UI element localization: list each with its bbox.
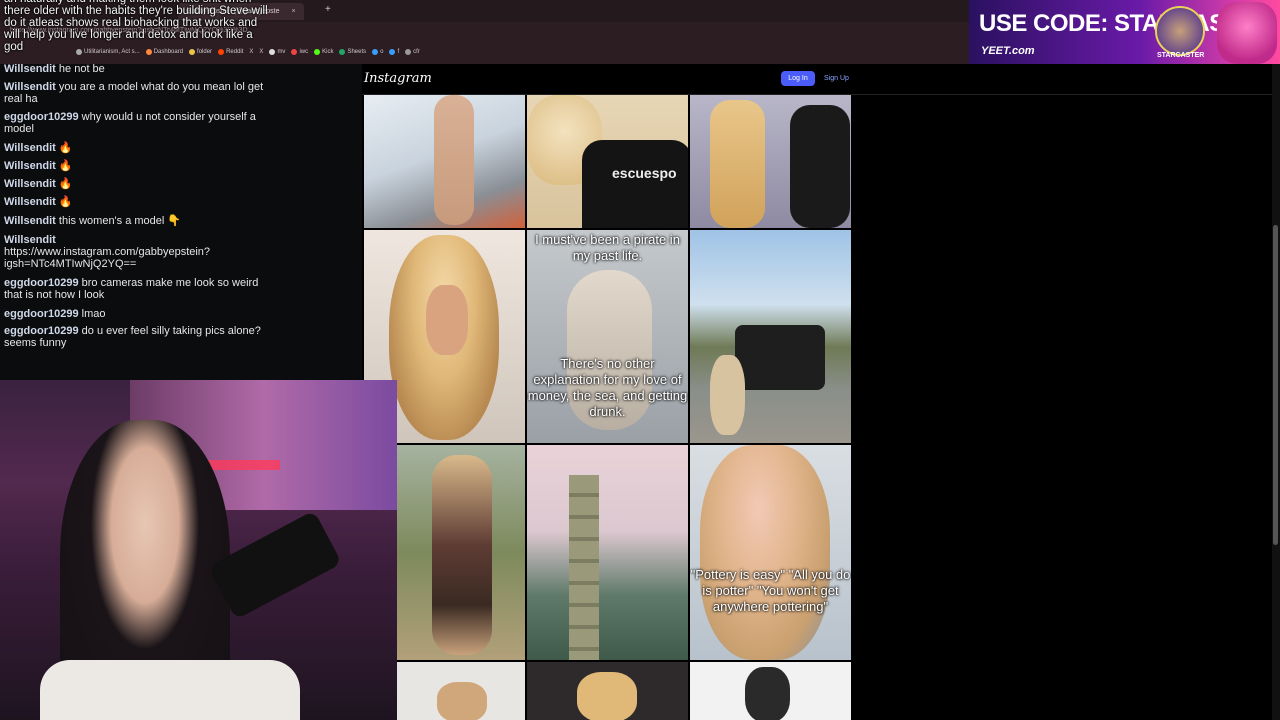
bookmark-item[interactable]: iwc [291,44,308,60]
signup-button[interactable]: Sign Up [824,71,849,86]
chat-emote: 🔥 [58,196,73,208]
new-tab-button[interactable]: + [325,4,331,15]
chat-message: Willsendit 🔥 [4,178,264,190]
sponsor-banner: USE CODE: STARCASTER YEET.com STARCASTER [969,0,1280,66]
post-caption: "Pottery is easy" "All you do is potter"… [690,567,851,614]
streamer-avatar [1155,6,1205,56]
instagram-navbar: Instagram Log In Sign Up [362,64,1280,95]
chat-username: eggdoor10299 [4,111,79,123]
stream-overlay-message: an naturally and making them look like s… [4,0,268,53]
chat-username: Willsendit [4,196,56,208]
chat-username: Willsendit [4,142,56,154]
chat-message: Willsendit 🔥 [4,196,264,208]
chat-username: Willsendit [4,81,56,93]
bookmark-item[interactable]: f [389,44,399,60]
avatar-label: STARCASTER [1157,52,1205,59]
mascot-image [1217,2,1277,64]
chat-message: eggdoor10299 why would u not consider yo… [4,111,264,135]
chat-username: eggdoor10299 [4,308,79,320]
chat-emote: 🔥 [58,160,73,172]
post-thumbnail[interactable]: I must've been a pirate in my past life.… [527,230,688,443]
post-caption: I must've been a pirate in my past life. [535,232,680,263]
chat-username: Willsendit [4,63,56,75]
chat-message: Willsendit 🔥 [4,160,264,172]
chat-message: Willsendit https://www.instagram.com/gab… [4,234,264,270]
chat-message: eggdoor10299 bro cameras make me look so… [4,277,264,301]
post-thumbnail[interactable]: escuespo [527,95,688,228]
webcam-feed [0,380,397,720]
post-thumbnail[interactable] [690,230,851,443]
scrollbar-thumb[interactable] [1273,225,1278,545]
chat-emote: 🔥 [58,178,73,190]
chat-emote: 🔥 [58,142,73,154]
chat-message: Willsendit you are a model what do you m… [4,81,264,105]
post-thumbnail[interactable] [690,95,851,228]
close-icon[interactable]: × [291,8,295,15]
bookmark-item[interactable]: o [372,44,383,60]
post-caption: There's no other explanation for my love… [527,356,688,419]
chat-text: https://www.instagram.com/gabbyepstein?i… [4,246,211,270]
post-thumbnail[interactable] [364,95,525,228]
bookmark-item[interactable]: Sheets [339,44,366,60]
chat-text: lmao [81,308,106,320]
post-thumbnail[interactable] [690,662,851,720]
chat-message: eggdoor10299 do u ever feel silly taking… [4,325,264,349]
post-thumbnail[interactable] [397,662,525,720]
bookmark-item[interactable]: Kick [314,44,333,60]
chat-username: eggdoor10299 [4,325,79,337]
chat-message: Willsendit he not be [4,63,264,75]
chat-text: he not be [58,63,105,75]
chat-message: Willsendit 🔥 [4,142,264,154]
chat-message: eggdoor10299 lmao [4,308,264,320]
chat-username: Willsendit [4,215,56,227]
chat-username: Willsendit [4,178,56,190]
post-thumbnail[interactable]: "Pottery is easy" "All you do is potter"… [690,445,851,660]
chat-text: this women's a model 👇 [58,215,182,227]
post-thumbnail[interactable] [397,445,525,660]
chat-message: Willsendit this women's a model 👇 [4,215,264,227]
chat-username: Willsendit [4,160,56,172]
instagram-logo[interactable]: Instagram [364,71,432,86]
instagram-page: Instagram Log In Sign Up escuespo I must… [362,64,1280,720]
brand-logo: YEET.com [981,45,1035,57]
login-button[interactable]: Log In [781,71,815,86]
shirt-text: escuespo [612,165,677,181]
chat-panel: Willsendit he not be Willsendit you are … [0,60,362,380]
post-thumbnail[interactable] [527,445,688,660]
post-thumbnail[interactable] [527,662,688,720]
bookmark-item[interactable]: cfr [405,44,420,60]
chat-username: Willsendit [4,234,56,246]
chat-username: eggdoor10299 [4,277,79,289]
